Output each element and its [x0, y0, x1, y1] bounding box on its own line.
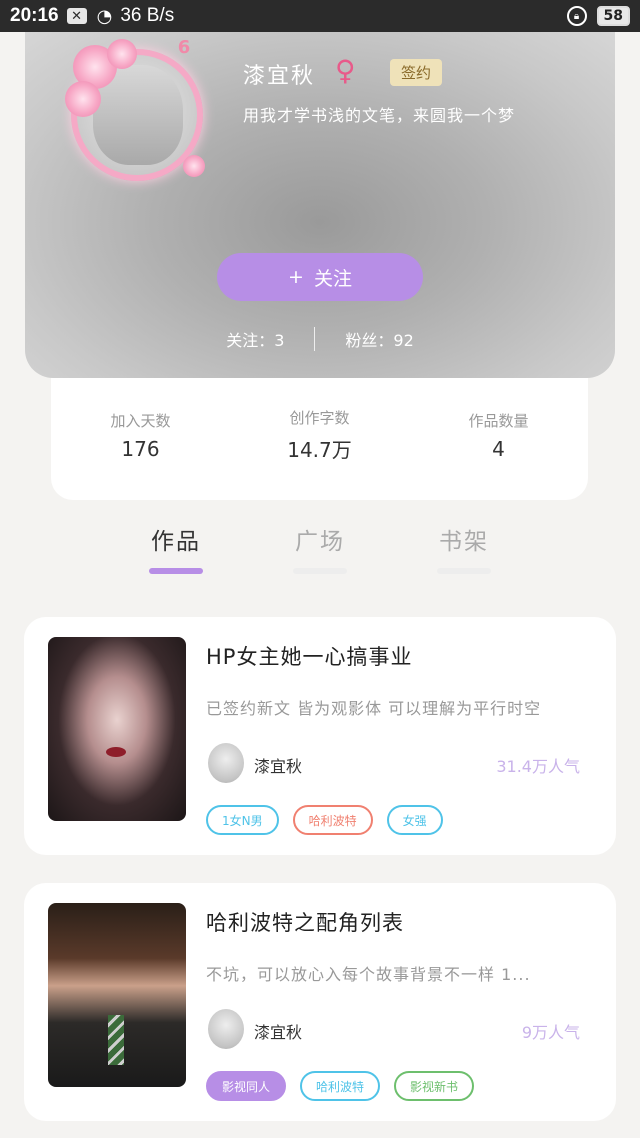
- rotation-lock-icon: 🔒︎: [566, 6, 587, 26]
- metric-label: 创作字数: [289, 409, 350, 427]
- status-bar: 20:16 ✕ ◔ 36 B/s 🔒︎ 58: [0, 0, 640, 32]
- profile-bio: 用我才学书浅的文笔，来圆我一个梦: [243, 106, 516, 125]
- tab-label: 广场: [295, 529, 345, 555]
- metric-days-joined: 加入天数 176: [71, 410, 211, 461]
- tab-label: 作品: [151, 529, 201, 555]
- book-cover[interactable]: [48, 903, 186, 1087]
- cover-lips-decoration: [106, 747, 126, 757]
- metric-work-count: 作品数量 4: [429, 410, 569, 461]
- metric-value: 4: [492, 436, 505, 461]
- tab-square[interactable]: 广场: [293, 522, 347, 588]
- follow-stats: 关注：3 粉丝：92: [25, 326, 615, 352]
- tab-works[interactable]: 作品: [149, 522, 203, 588]
- book-card[interactable]: HP女主她一心搞事业 已签约新文 皆为观影体 可以理解为平行时空 漆宜秋 31.…: [24, 617, 616, 855]
- cover-tie-decoration: [108, 1015, 124, 1065]
- tab-label: 书架: [439, 529, 489, 555]
- book-tags: 影视同人 哈利波特 影视新书: [206, 1071, 475, 1101]
- status-time: 20:16: [10, 5, 59, 26]
- book-title[interactable]: 哈利波特之配角列表: [206, 907, 404, 937]
- tab-indicator: [437, 568, 491, 574]
- battery-indicator: 58: [596, 6, 630, 26]
- tag[interactable]: 哈利波特: [292, 805, 373, 835]
- status-right: 🔒︎ 58: [566, 6, 630, 26]
- book-card[interactable]: 哈利波特之配角列表 不坑，可以放心入每个故事背景不一样 1... 漆宜秋 9万人…: [24, 883, 616, 1121]
- profile-header: 6 漆宜秋 ♀ 签约 用我才学书浅的文笔，来圆我一个梦 + 关注 关注：3 粉丝…: [25, 32, 615, 378]
- profile-name: 漆宜秋: [243, 64, 316, 89]
- author-metrics: 加入天数 176 创作字数 14.7万 作品数量 4: [51, 378, 588, 500]
- metric-label: 加入天数: [110, 411, 171, 430]
- author-name[interactable]: 漆宜秋: [254, 753, 302, 777]
- close-box-icon: ✕: [66, 8, 87, 24]
- female-icon: ♀: [335, 54, 356, 87]
- tag[interactable]: 女强: [386, 805, 443, 835]
- popularity-count: 9万人气: [521, 1023, 580, 1042]
- following-count[interactable]: 关注：3: [226, 327, 284, 351]
- level-badge: 6: [177, 37, 191, 58]
- stats-divider: [314, 327, 316, 351]
- author-avatar[interactable]: [208, 743, 244, 783]
- butterfly-decoration-icon: [183, 155, 205, 177]
- popularity-count: 31.4万人气: [496, 757, 580, 776]
- signed-badge: 签约: [390, 59, 442, 86]
- book-title[interactable]: HP女主她一心搞事业: [206, 641, 412, 671]
- tab-indicator: [149, 568, 203, 574]
- metric-label: 作品数量: [468, 411, 529, 430]
- book-cover[interactable]: [48, 637, 186, 821]
- metric-value: 176: [121, 436, 160, 461]
- flower-decoration-icon: [107, 39, 137, 69]
- network-speed: 36 B/s: [120, 5, 175, 26]
- metric-word-count: 创作字数 14.7万: [250, 407, 390, 463]
- book-description: 不坑，可以放心入每个故事背景不一样 1...: [206, 965, 531, 984]
- book-tags: 1女N男 哈利波特 女强: [206, 805, 443, 835]
- plus-icon: +: [288, 266, 304, 288]
- tag[interactable]: 哈利波特: [300, 1071, 381, 1101]
- avatar[interactable]: 6: [63, 37, 213, 187]
- metric-value: 14.7万: [287, 438, 352, 462]
- book-description: 已签约新文 皆为观影体 可以理解为平行时空: [206, 699, 542, 718]
- author-name[interactable]: 漆宜秋: [254, 1019, 302, 1043]
- follow-button[interactable]: + 关注: [217, 253, 423, 301]
- tag[interactable]: 1女N男: [206, 805, 279, 835]
- wifi-icon: ◔: [96, 5, 113, 27]
- followers-count[interactable]: 粉丝：92: [345, 327, 413, 351]
- tab-bookshelf[interactable]: 书架: [437, 522, 491, 588]
- follow-button-label: 关注: [313, 267, 352, 290]
- tab-bar: 作品 广场 书架: [0, 510, 640, 588]
- tag[interactable]: 影视同人: [206, 1071, 287, 1101]
- author-avatar[interactable]: [208, 1009, 244, 1049]
- flower-decoration-icon: [65, 81, 101, 117]
- tab-indicator: [293, 568, 347, 574]
- tag[interactable]: 影视新书: [394, 1071, 475, 1101]
